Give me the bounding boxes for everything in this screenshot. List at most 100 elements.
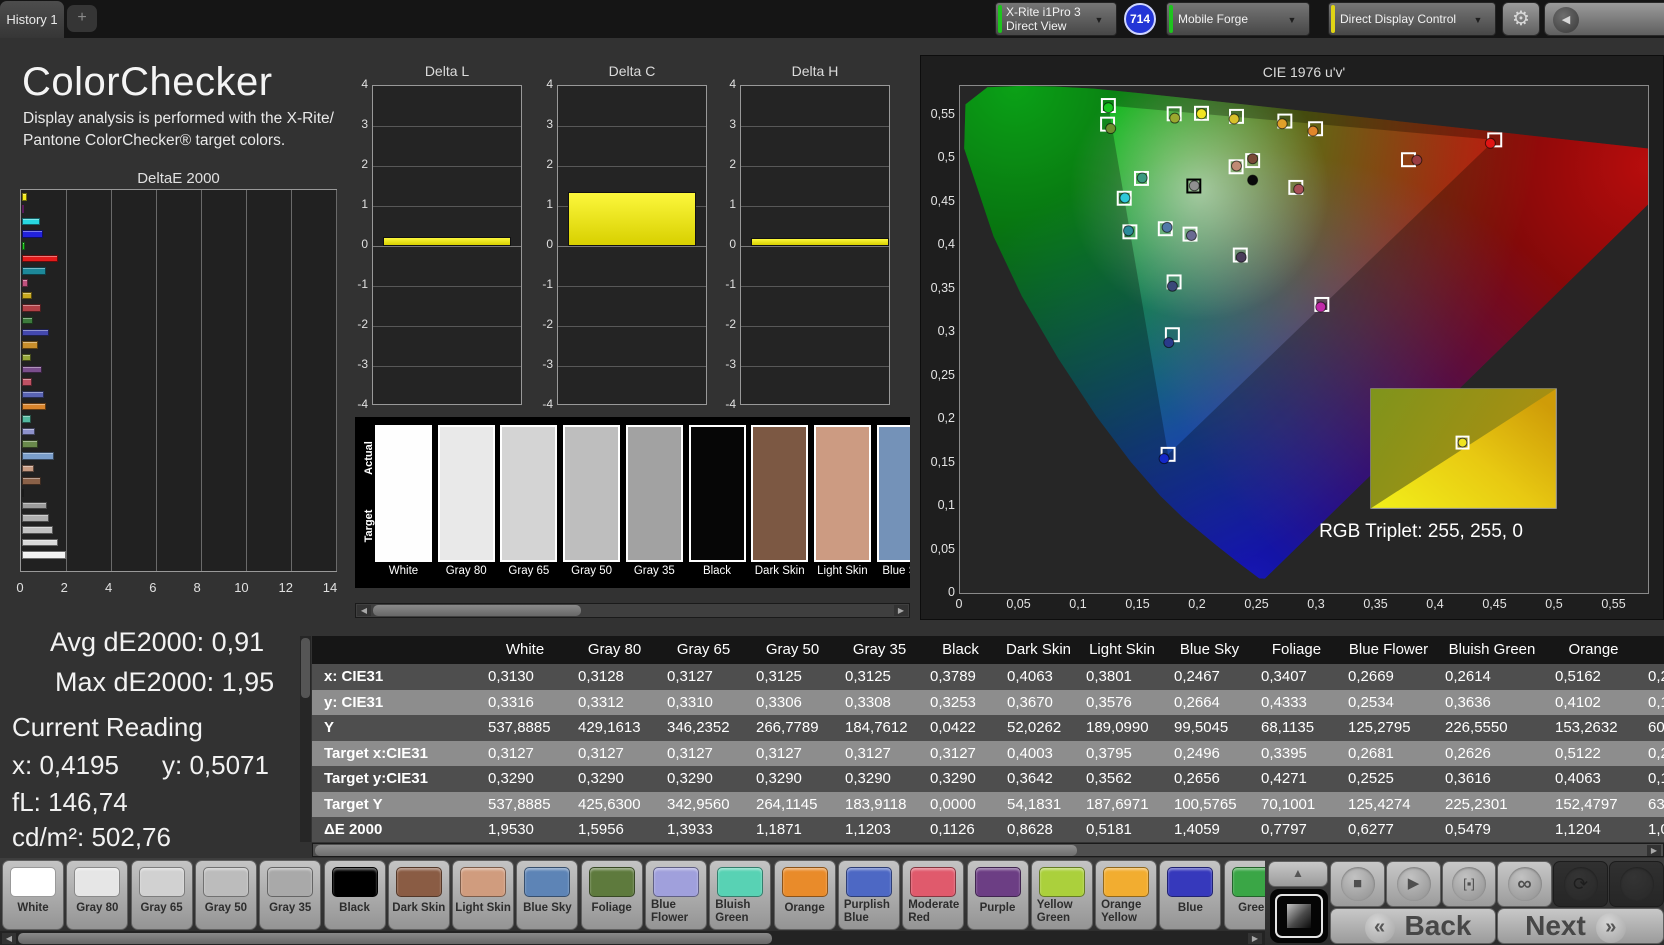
scroll-left-icon[interactable]: ◀ (357, 605, 371, 616)
table-cell: 189,0990 (1086, 719, 1149, 736)
delta-l-chart: Delta L 4 3 2 1 0 -1 -2 -3 -4 (350, 60, 522, 460)
refresh-button[interactable]: ⟳ (1553, 861, 1608, 907)
cie-measured-marker (1231, 160, 1242, 172)
patch-button[interactable]: Gray 35 (259, 860, 322, 930)
patch-button[interactable]: Gray 80 (66, 860, 129, 930)
deltae-x-tick: 10 (234, 580, 249, 595)
table-vertical-scrollbar-thumb[interactable] (301, 638, 310, 698)
patch-button[interactable]: Orange (773, 860, 836, 930)
pattern-window-button[interactable] (1270, 889, 1328, 943)
swatch-strip-scrollbar[interactable]: ◀ ▶ (355, 603, 910, 618)
table-cell: 0,4271 (1261, 770, 1307, 787)
table-cell: 0,5181 (1086, 821, 1132, 838)
table-cell: 537,8885 (488, 719, 551, 736)
cie-measured-marker (1247, 153, 1259, 165)
next-button[interactable]: Next » (1497, 908, 1664, 944)
patch-bar-scrollbar[interactable]: ◀ ▶ (0, 931, 1265, 945)
table-cell: 1,5956 (578, 821, 624, 838)
patch-button[interactable]: Purple (966, 860, 1029, 930)
actual-target-swatch-strip: Actual Target White Gray 80 Gray 65 Gray 50… (355, 417, 910, 588)
table-cell: 425,6300 (578, 795, 641, 813)
table-cell: 0,3128 (578, 668, 624, 685)
patch-bar-scrollbar-thumb[interactable] (18, 933, 772, 944)
cie-x-tick: 0,05 (1006, 597, 1031, 611)
deltae-gridline (246, 190, 247, 571)
patch-button[interactable]: Blue Flower (645, 860, 707, 930)
patch-button[interactable]: Gray 65 (130, 860, 193, 930)
scroll-right-icon[interactable]: ▶ (1248, 933, 1262, 944)
table-cell: 52,0262 (1007, 719, 1062, 736)
max-de2000-value: Max dE2000: 1,95 (55, 667, 275, 697)
deltae-bar (22, 328, 49, 337)
tab-history-1[interactable]: History 1 (0, 1, 64, 38)
cie-y-tick: 0,4 (937, 237, 955, 251)
deltae-bar (22, 341, 38, 349)
table-cell: 184,7612 (845, 719, 908, 736)
table-header-cell: Purp (1640, 636, 1664, 664)
table-scrollbar-thumb[interactable] (315, 845, 1077, 856)
source-dropdown[interactable]: Mobile Forge ▼ (1166, 2, 1310, 36)
scroll-right-icon[interactable]: ▶ (894, 605, 908, 616)
strip-swatch-label: Light Skin (817, 565, 868, 577)
patch-button[interactable]: Green (1223, 860, 1265, 930)
collapse-panel-button[interactable]: ◀ (1544, 2, 1664, 36)
current-reading-label: Current Reading (12, 712, 203, 742)
deltae-bar (22, 193, 27, 201)
chevron-up-icon: ▲ (1292, 866, 1304, 880)
table-cell: 0,21 (1648, 744, 1664, 762)
patch-button[interactable]: Foliage (580, 860, 643, 930)
patch-button[interactable]: Blue Sky (516, 860, 579, 930)
patch-button-label: Yellow Green (1036, 899, 1073, 924)
cie-x-tick: 0,5 (1545, 597, 1563, 611)
patch-color-chip (460, 867, 507, 897)
patch-button[interactable]: Orange Yellow (1095, 860, 1158, 930)
patch-button[interactable]: Bluish Green (709, 860, 772, 930)
table-cell: 153,2632 (1555, 719, 1618, 736)
meter-dropdown[interactable]: X-Rite i1Pro 3 Direct View ▼ (995, 2, 1117, 36)
patch-button[interactable]: Moderate Red (902, 860, 965, 930)
patch-button[interactable]: Black (323, 860, 386, 930)
patch-color-chip (1103, 867, 1150, 897)
patch-color-chip (588, 867, 635, 897)
scroll-left-icon[interactable]: ◀ (2, 933, 16, 944)
workflow-dropdown[interactable]: Direct Display Control ▼ (1328, 2, 1496, 36)
patch-button[interactable]: Blue (1159, 860, 1222, 930)
extra-transport-button[interactable] (1609, 861, 1664, 907)
cie-chromaticity-plot (959, 85, 1664, 594)
table-cell: 0,3130 (488, 668, 534, 685)
expand-patch-list-button[interactable]: ▲ (1268, 861, 1328, 887)
current-x-value: x: 0,4195 (12, 750, 119, 780)
cie-inset-measured-marker (1457, 437, 1468, 448)
add-tab-button[interactable]: + (67, 5, 97, 32)
dl-gridline (373, 326, 521, 327)
patch-button[interactable]: White (2, 860, 64, 930)
patch-button-label: Purplish Blue (843, 899, 890, 924)
dl-y-tick: 1 (361, 197, 368, 211)
single-measure-button[interactable]: [▪] (1442, 861, 1496, 907)
patch-button[interactable]: Dark Skin (387, 860, 450, 930)
table-cell: 1,1871 (756, 821, 802, 838)
patch-button[interactable]: Purplish Blue (837, 860, 900, 930)
stop-icon: ■ (1340, 867, 1375, 901)
table-cell: 54,1831 (1007, 795, 1062, 813)
patch-button[interactable]: Yellow Green (1030, 860, 1093, 930)
table-scrollbar[interactable]: ▶ (312, 843, 1664, 857)
back-button[interactable]: « Back (1330, 908, 1496, 944)
table-cell: 1,1204 (1555, 821, 1601, 838)
patch-button[interactable]: Gray 50 (194, 860, 257, 930)
table-vertical-scrollbar[interactable] (300, 636, 311, 842)
deltae-x-tick: 0 (16, 580, 24, 595)
deltae-bar (22, 526, 54, 534)
patch-color-chip (202, 867, 249, 897)
table-cell: 1,3933 (667, 821, 713, 838)
table-header-cell: Gray 80 (587, 641, 642, 658)
play-button[interactable]: ▶ (1386, 861, 1441, 907)
settings-button[interactable]: ⚙ (1502, 2, 1540, 36)
scroll-right-icon[interactable]: ▶ (1647, 845, 1661, 856)
cie-diagram-svg (964, 86, 1664, 579)
page-title: ColorChecker (22, 60, 273, 104)
swatch-strip-scrollbar-thumb[interactable] (373, 605, 581, 616)
patch-button[interactable]: Light Skin (452, 860, 515, 930)
stop-button[interactable]: ■ (1330, 861, 1385, 907)
continuous-measure-button[interactable]: ∞ (1497, 861, 1552, 907)
